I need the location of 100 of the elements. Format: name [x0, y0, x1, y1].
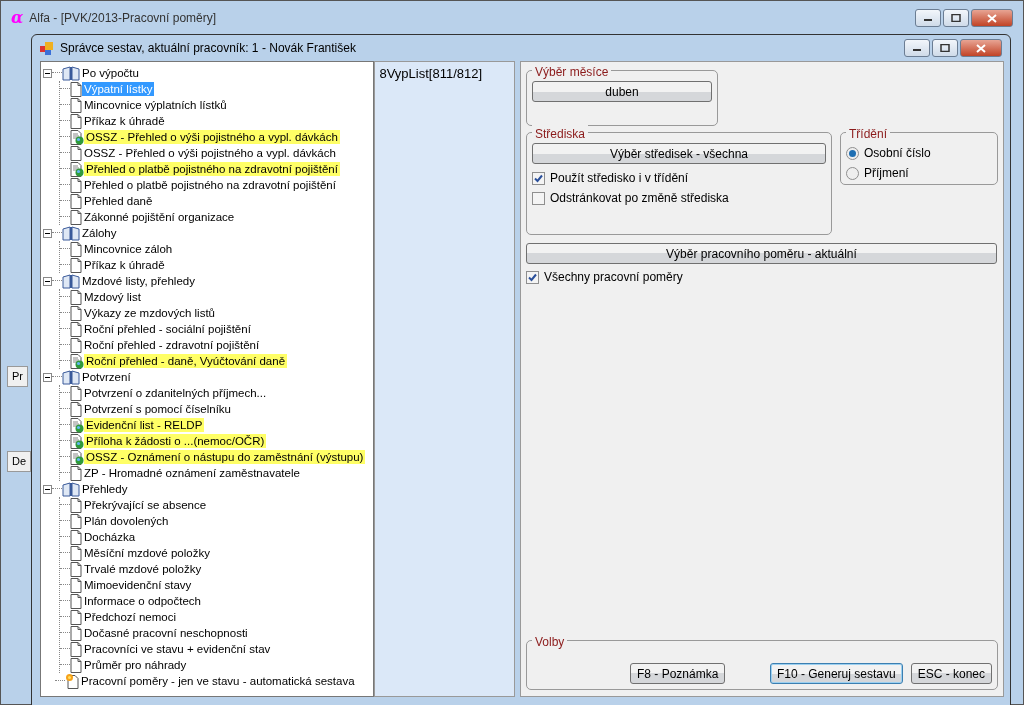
app-icon: [40, 41, 54, 55]
book-icon: [62, 273, 80, 289]
collapse-icon[interactable]: [43, 276, 52, 286]
close-button[interactable]: [960, 39, 1002, 57]
tree-folder[interactable]: Přehledy: [80, 482, 130, 496]
maximize-icon: [951, 14, 961, 22]
document-icon: [70, 641, 82, 657]
document-icon: [70, 337, 82, 353]
window-title: Alfa - [PVK/2013-Pracovní poměry]: [29, 10, 217, 27]
month-button[interactable]: duben: [532, 81, 712, 102]
document-icon: [70, 593, 82, 609]
tree-item[interactable]: Pracovní poměry - jen ve stavu - automatická sestava: [79, 674, 357, 688]
tree-item[interactable]: Mincovnice výplatních lístků: [82, 98, 229, 112]
tree-item[interactable]: Mincovnice záloh: [82, 242, 175, 256]
tree-item[interactable]: OSSZ - Oznámení o nástupu do zaměstnání (výstupu): [84, 450, 366, 464]
tree-item[interactable]: Mzdový list: [82, 290, 143, 304]
tree-item[interactable]: OSSZ - Přehled o výši pojistného a vypl. dávkách: [82, 146, 338, 160]
action-button[interactable]: F8 - Poznámka: [630, 663, 726, 684]
checkbox-label: Použít středisko i v třídění: [550, 170, 689, 187]
checkbox-label: Všechny pracovní poměry: [544, 269, 683, 286]
tree-folder[interactable]: Zálohy: [80, 226, 119, 240]
document-icon: [70, 289, 82, 305]
maximize-button[interactable]: [932, 39, 958, 57]
tree-item[interactable]: Předchozí nemoci: [82, 610, 179, 624]
list-item[interactable]: 8VypList[811/812]: [379, 64, 510, 84]
tree-item[interactable]: Zákonné pojištění organizace: [82, 210, 237, 224]
tree-folder[interactable]: Potvrzení: [80, 370, 133, 384]
tree-item[interactable]: Překrývající se absence: [82, 498, 209, 512]
collapse-icon[interactable]: [43, 228, 52, 238]
tree-item[interactable]: Výkazy ze mzdových listů: [82, 306, 217, 320]
close-icon: [976, 43, 986, 53]
tree-item[interactable]: ZP - Hromadné oznámení zaměstnavatele: [82, 466, 302, 480]
tree-item[interactable]: Roční přehled - daně, Vyúčtování daně: [84, 354, 288, 368]
document-icon: [70, 657, 82, 673]
book-icon: [62, 369, 80, 385]
document-icon: [70, 625, 82, 641]
tree-item[interactable]: Docházka: [82, 530, 138, 544]
tree-item[interactable]: Potvrzení s pomocí číselníku: [82, 402, 233, 416]
radio-label: Osobní číslo: [864, 145, 931, 162]
radio-button[interactable]: [846, 166, 859, 180]
tree-item[interactable]: Přehled o platbě pojistného na zdravotní pojištění: [82, 178, 338, 192]
document-icon: [70, 81, 82, 97]
radio-label: Příjmení: [864, 165, 909, 182]
book-icon: [62, 65, 80, 81]
centers-button[interactable]: Výběr středisek - všechna: [532, 143, 826, 164]
tree-folder[interactable]: Po výpočtu: [80, 66, 141, 80]
tree-item[interactable]: Informace o odpočtech: [82, 594, 203, 608]
tree-item[interactable]: Dočasné pracovní neschopnosti: [82, 626, 250, 640]
collapse-icon[interactable]: [43, 68, 52, 78]
tree-item[interactable]: OSSZ - Přehled o výši pojistného a vypl. dávkách: [84, 130, 340, 144]
tree-item[interactable]: Evidenční list - RELDP: [84, 418, 205, 432]
tree-item[interactable]: Příkaz k úhradě: [82, 258, 167, 272]
tree-item[interactable]: Průměr pro náhrady: [82, 658, 189, 672]
tree-item[interactable]: Mimoevidenční stavy: [82, 578, 194, 592]
minimize-button[interactable]: [915, 9, 941, 27]
maximize-button[interactable]: [943, 9, 969, 27]
document-icon: [70, 401, 82, 417]
tree-item[interactable]: Plán dovolených: [82, 514, 171, 528]
minimize-button[interactable]: [904, 39, 930, 57]
document-icon: [70, 305, 82, 321]
checkbox[interactable]: [532, 191, 545, 205]
close-button[interactable]: [971, 9, 1013, 27]
document-icon: [70, 193, 82, 209]
document-icon: [70, 321, 82, 337]
radio-button[interactable]: [846, 146, 859, 160]
tree-item[interactable]: Pracovníci ve stavu + evidenční stav: [82, 642, 273, 656]
document-icon: [70, 577, 82, 593]
tree-folder[interactable]: Mzdové listy, přehledy: [80, 274, 197, 288]
employment-button[interactable]: Výběr pracovního poměru - aktuální: [526, 243, 997, 264]
tree-item[interactable]: Příkaz k úhradě: [82, 114, 167, 128]
dialog-title: Správce sestav, aktuální pracovník: 1 - Novák František: [60, 40, 356, 57]
tree-item[interactable]: Potvrzení o zdanitelných příjmech...: [82, 386, 269, 400]
collapse-icon[interactable]: [43, 372, 52, 382]
action-button[interactable]: F10 - Generuj sestavu: [769, 663, 903, 684]
document-icon: [70, 97, 82, 113]
document-icon: [70, 145, 82, 161]
document-icon: [70, 209, 82, 225]
action-button[interactable]: ESC - konec: [910, 663, 992, 684]
tree-item[interactable]: Roční přehled - sociální pojištění: [82, 322, 253, 336]
document-icon: [70, 177, 82, 193]
maximize-icon: [940, 44, 950, 52]
document-icon: [70, 465, 82, 481]
app-logo: α: [11, 7, 24, 29]
tree-item[interactable]: Trvalé mzdové položky: [82, 562, 204, 576]
checkbox[interactable]: [532, 171, 545, 185]
document-star-icon: [65, 673, 79, 689]
document-icon: [70, 497, 82, 513]
tree-item[interactable]: Příloha k žádosti o ...(nemoc/OČR): [84, 434, 267, 448]
book-icon: [62, 225, 80, 241]
tree-item[interactable]: Přehled o platbě pojistného na zdravotní pojištění: [84, 162, 340, 176]
close-icon: [987, 13, 997, 23]
book-icon: [62, 481, 80, 497]
tree-item[interactable]: Roční přehled - zdravotní pojištění: [82, 338, 262, 352]
checkbox[interactable]: [526, 270, 539, 284]
tree-item[interactable]: Měsíční mzdové položky: [82, 546, 212, 560]
tree-item[interactable]: Přehled daně: [82, 194, 155, 208]
document-icon: [70, 257, 82, 273]
document-icon: [70, 529, 82, 545]
document-icon: [70, 545, 82, 561]
collapse-icon[interactable]: [43, 484, 52, 494]
